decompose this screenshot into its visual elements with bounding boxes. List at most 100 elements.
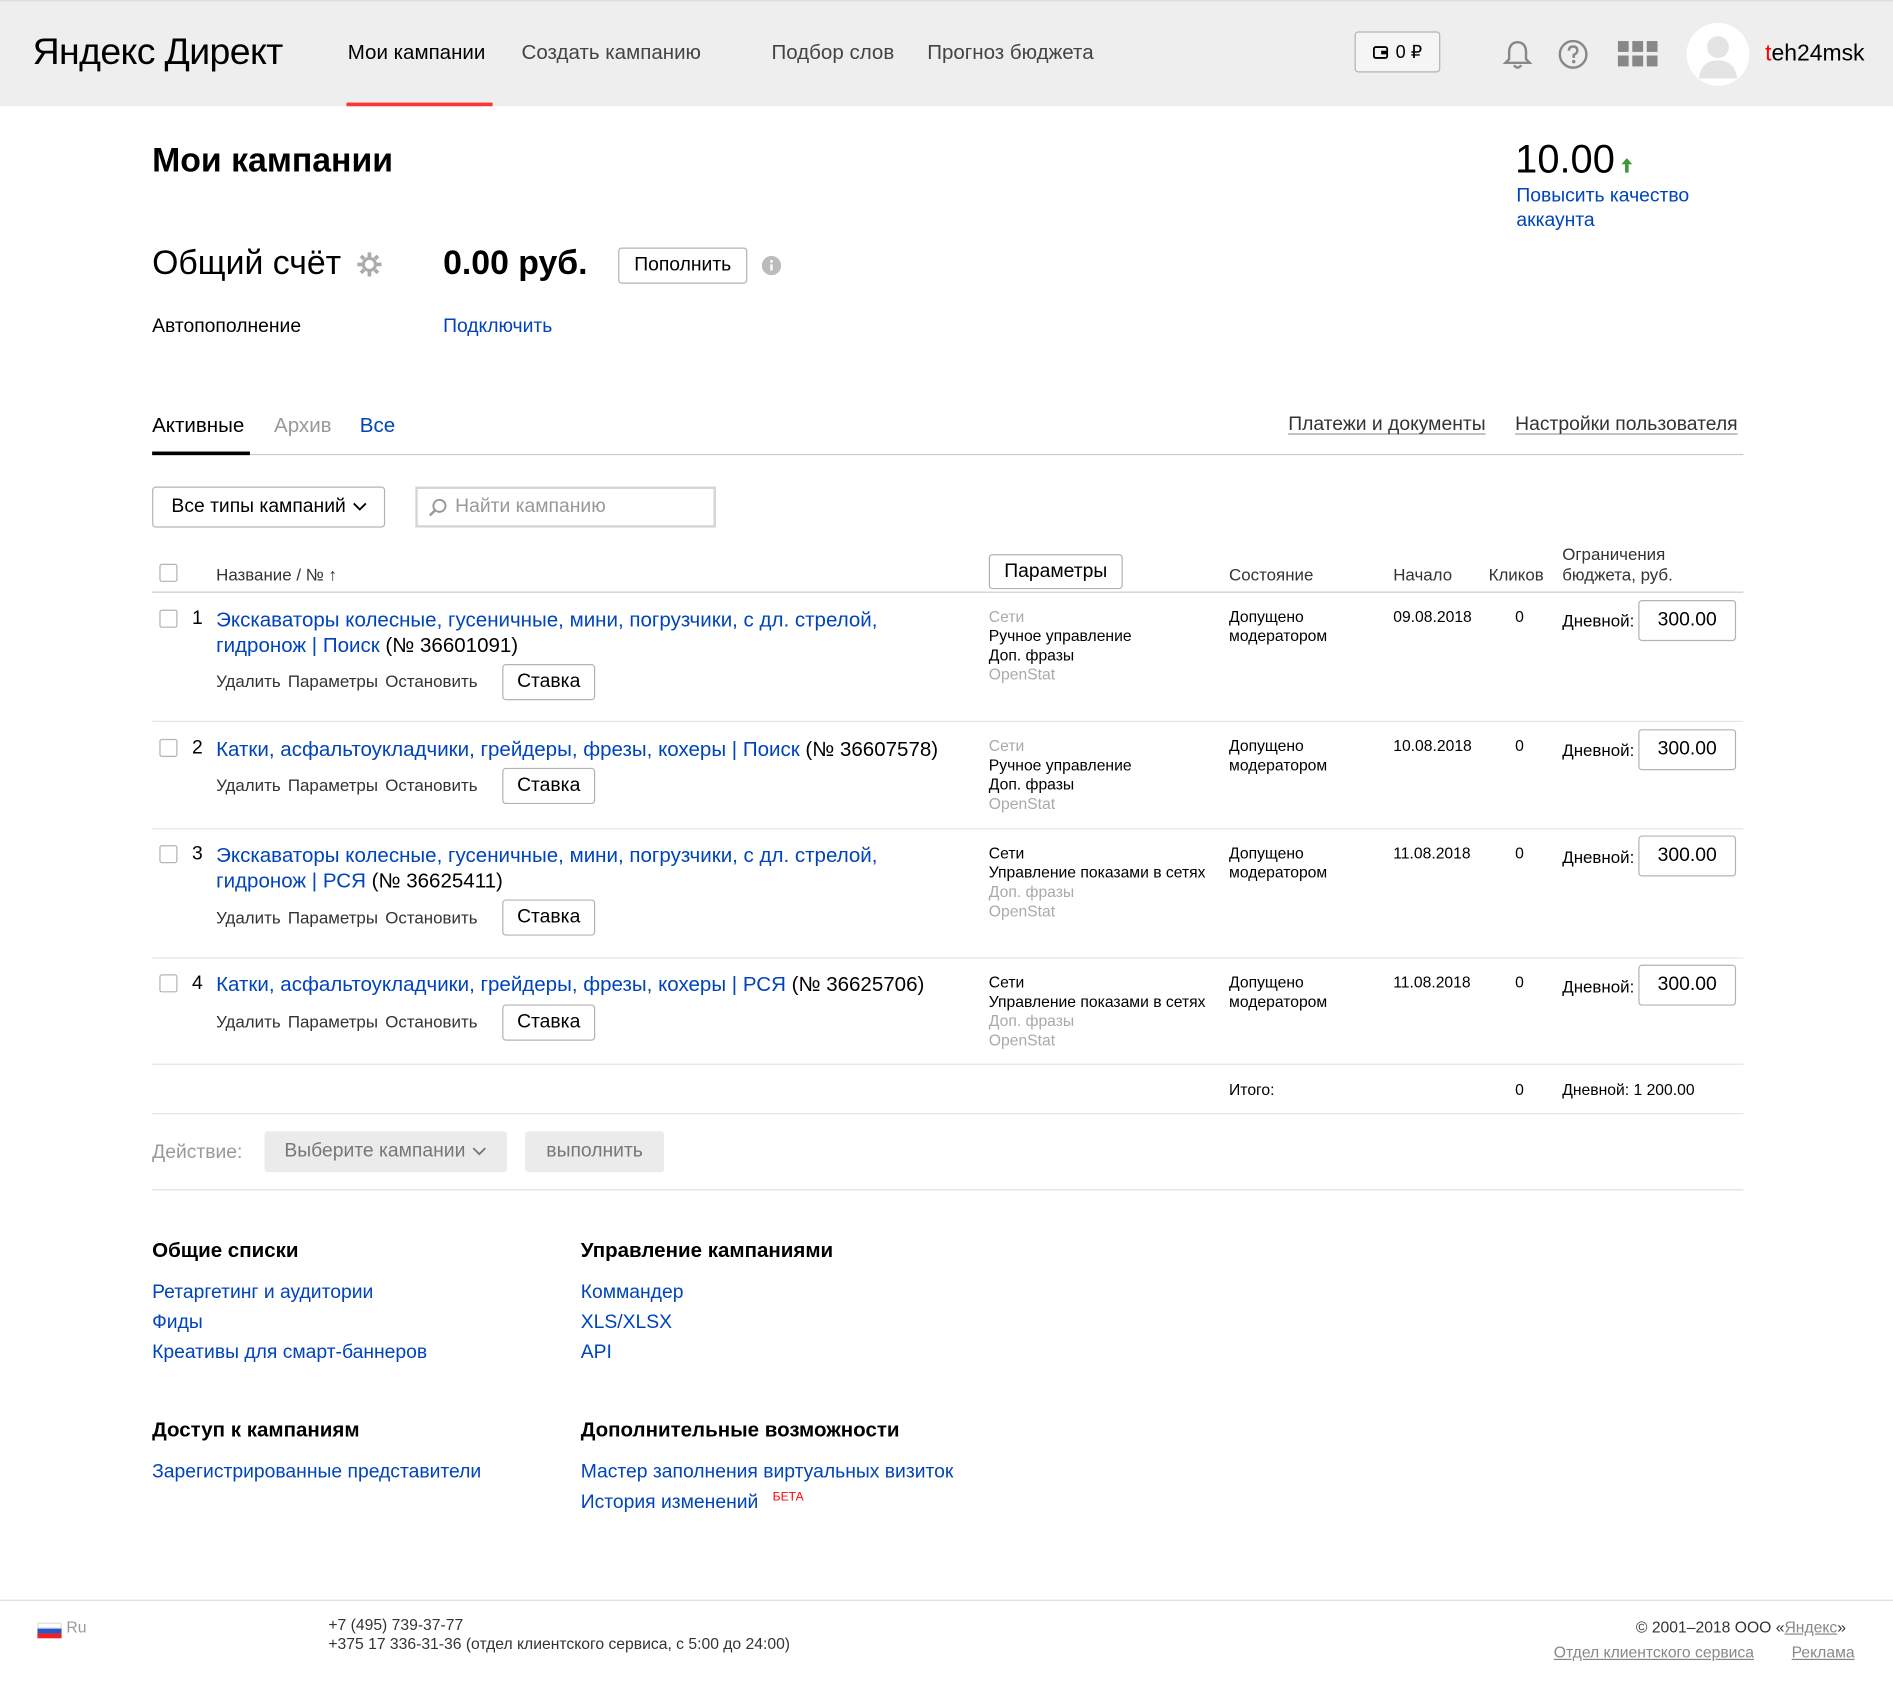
daily-budget-label: Дневной: (1562, 740, 1635, 760)
daily-budget-label: Дневной: (1562, 610, 1635, 631)
stop-link[interactable]: Остановить (385, 908, 477, 927)
russia-flag-icon[interactable] (37, 1622, 62, 1639)
params-button[interactable]: Параметры (988, 554, 1123, 590)
row-divider (152, 828, 1744, 830)
stop-link[interactable]: Остановить (385, 1012, 477, 1031)
wallet-button[interactable]: 0 ₽ (1354, 31, 1441, 73)
delete-link[interactable]: Удалить (216, 1012, 281, 1031)
help-icon[interactable] (1556, 37, 1590, 71)
param-strategy: Ручное управление (988, 626, 1132, 645)
row-checkbox[interactable] (159, 845, 178, 864)
row-number: 3 (191, 843, 203, 865)
campaign-type-select[interactable]: Все типы кампаний (152, 486, 386, 528)
xls-link[interactable]: XLS/XLSX (581, 1312, 672, 1334)
total-budget: Дневной: 1 200.00 (1562, 1080, 1695, 1099)
commander-link[interactable]: Коммандер (581, 1282, 684, 1304)
select-all-checkbox[interactable] (159, 563, 178, 582)
api-link[interactable]: API (581, 1343, 612, 1365)
row-checkbox[interactable] (159, 609, 178, 628)
campaign-link[interactable]: Катки, асфальтоукладчики, грейдеры, фрез… (216, 738, 800, 761)
search-input[interactable]: Найти кампанию (415, 486, 716, 528)
daily-budget-input[interactable]: 300.00 (1638, 600, 1737, 642)
advertising-link[interactable]: Реклама (1792, 1643, 1855, 1661)
delete-link[interactable]: Удалить (216, 671, 281, 690)
action-select[interactable]: Выберите кампании (264, 1131, 508, 1173)
lists-section-title: Общие списки (152, 1238, 299, 1262)
autopay-connect-link[interactable]: Подключить (443, 316, 552, 338)
apps-grid-icon[interactable] (1617, 37, 1658, 71)
tab-active[interactable]: Активные (152, 414, 244, 438)
params-link[interactable]: Параметры (288, 908, 378, 927)
gear-icon[interactable] (356, 251, 383, 278)
tabs-divider (152, 453, 1744, 456)
params-link[interactable]: Параметры (288, 671, 378, 690)
bid-button[interactable]: Ставка (502, 664, 596, 701)
info-icon[interactable] (761, 255, 782, 276)
table-header-divider (152, 591, 1744, 593)
params-link[interactable]: Параметры (288, 1012, 378, 1031)
tab-all[interactable]: Все (360, 414, 395, 438)
daily-budget-input[interactable]: 300.00 (1638, 964, 1737, 1006)
column-name-header[interactable]: Название / № ↑ (216, 565, 337, 584)
bid-button[interactable]: Ставка (502, 1004, 596, 1041)
campaign-link[interactable]: Экскаваторы колесные, гусеничные, мини, … (216, 608, 877, 631)
row-checkbox[interactable] (159, 738, 178, 757)
nav-budget-forecast[interactable]: Прогноз бюджета (927, 41, 1093, 65)
daily-budget-input[interactable]: 300.00 (1638, 729, 1737, 771)
nav-create-campaign[interactable]: Создать кампанию (522, 41, 701, 65)
nav-my-campaigns[interactable]: Мои кампании (348, 41, 486, 65)
stop-link[interactable]: Остановить (385, 775, 477, 794)
campaign-state: Допущено модератором (1229, 973, 1327, 1012)
vcard-master-link[interactable]: Мастер заполнения виртуальных визиток (581, 1462, 954, 1484)
logo-yandex-text: Яндекс (32, 30, 156, 73)
user-settings-link[interactable]: Настройки пользователя (1515, 414, 1737, 436)
param-networks: Сети (988, 843, 1025, 863)
chevron-down-icon (473, 1147, 487, 1156)
campaign-link[interactable]: Катки, асфальтоукладчики, грейдеры, фрез… (216, 973, 786, 996)
tab-archive[interactable]: Архив (274, 414, 332, 438)
row-divider (152, 957, 1744, 959)
campaign-start-date: 10.08.2018 (1393, 736, 1472, 755)
smart-banners-link[interactable]: Креативы для смарт-баннеров (152, 1343, 427, 1365)
run-action-button[interactable]: выполнить (525, 1131, 665, 1173)
total-divider (152, 1113, 1744, 1115)
topup-button[interactable]: Пополнить (618, 247, 748, 284)
campaign-link-line2[interactable]: гидронож | РСЯ (216, 869, 366, 892)
language-switch[interactable]: Ru (66, 1618, 86, 1636)
client-service-link[interactable]: Отдел клиентского сервиса (1554, 1643, 1754, 1661)
bell-icon[interactable] (1501, 37, 1535, 71)
campaign-link-line2[interactable]: гидронож | Поиск (216, 634, 380, 657)
change-history-link[interactable]: История изменений (581, 1492, 759, 1514)
campaign-link[interactable]: Экскаваторы колесные, гусеничные, мини, … (216, 844, 877, 867)
campaign-number: (№ 36625706) (785, 973, 925, 997)
row-checkbox[interactable] (159, 974, 178, 993)
param-openstat: OpenStat (988, 1031, 1056, 1050)
delete-link[interactable]: Удалить (216, 908, 281, 927)
column-clicks-header: Кликов (1488, 565, 1544, 585)
daily-budget-input[interactable]: 300.00 (1638, 835, 1737, 877)
params-link[interactable]: Параметры (288, 775, 378, 794)
payments-documents-link[interactable]: Платежи и документы (1288, 414, 1485, 436)
yandex-link[interactable]: Яндекс (1784, 1618, 1837, 1636)
yandex-direct-logo[interactable]: Яндекс Директ (32, 30, 284, 73)
wallet-icon (1372, 46, 1389, 59)
avatar[interactable] (1686, 22, 1750, 86)
username[interactable]: teh24msk (1765, 41, 1864, 68)
bid-button[interactable]: Ставка (502, 899, 596, 936)
representatives-link[interactable]: Зарегистрированные представители (152, 1462, 481, 1484)
campaign-clicks: 0 (1515, 607, 1524, 626)
param-strategy: Управление показами в сетях (988, 992, 1206, 1011)
quality-score: 10.00 (1515, 136, 1615, 182)
footer-phone-1: +7 (495) 739-37-77 (328, 1615, 464, 1634)
stop-link[interactable]: Остановить (385, 671, 477, 690)
daily-budget-label: Дневной: (1562, 976, 1635, 997)
feeds-link[interactable]: Фиды (152, 1312, 203, 1334)
retargeting-link[interactable]: Ретаргетинг и аудитории (152, 1282, 373, 1304)
improve-quality-link[interactable]: Повысить качество аккаунта (1516, 185, 1721, 233)
autopay-label: Автопополнение (152, 316, 302, 337)
delete-link[interactable]: Удалить (216, 775, 281, 794)
row-actions: Удалить Параметры Остановить (216, 908, 477, 927)
nav-word-selection[interactable]: Подбор слов (771, 41, 894, 65)
campaign-params: Сети Ручное управление Доп. фразы OpenSt… (989, 607, 1132, 684)
bid-button[interactable]: Ставка (502, 767, 596, 805)
